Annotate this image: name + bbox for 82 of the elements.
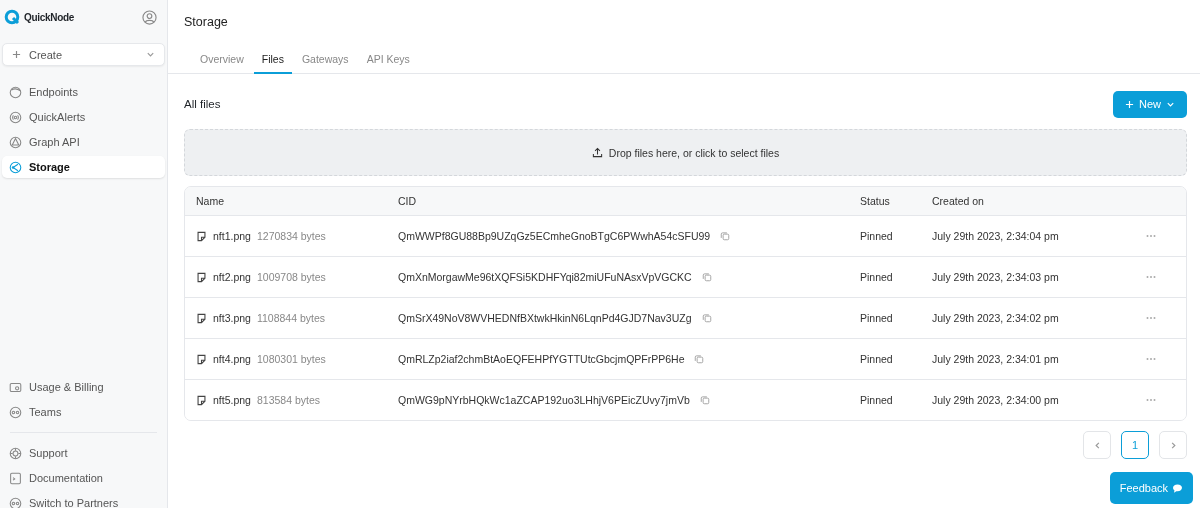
status-text: Pinned xyxy=(860,312,894,324)
file-name: nft1.png xyxy=(213,230,251,242)
created-date: July 29th 2023, 2:34:01 pm xyxy=(932,353,1060,365)
file-icon xyxy=(196,230,207,242)
document-icon xyxy=(9,471,22,485)
tab[interactable]: Gateways xyxy=(293,49,357,74)
more-icon[interactable] xyxy=(1146,398,1156,402)
sidebar-item[interactable]: Storage xyxy=(2,156,165,178)
copy-icon[interactable] xyxy=(720,231,731,241)
chat-icon xyxy=(1172,482,1183,494)
created-date: July 29th 2023, 2:34:00 pm xyxy=(932,394,1060,406)
plus-icon xyxy=(1125,99,1134,109)
brand-name: QuickNode xyxy=(24,11,75,23)
page-title: Storage xyxy=(184,15,229,29)
status-text: Pinned xyxy=(860,230,894,242)
sidebar-item[interactable]: Switch to Partners xyxy=(2,492,165,508)
cid-text: QmSrX49NoV8WVHEDNfBXtwkHkinN6LqnPd4GJD7Nav3UZg xyxy=(398,312,692,324)
graph-icon xyxy=(9,135,22,149)
copy-icon[interactable] xyxy=(699,395,710,405)
more-icon[interactable] xyxy=(1146,357,1156,361)
sidebar-item[interactable]: Teams xyxy=(2,401,165,423)
file-name: nft3.png xyxy=(213,312,251,324)
cid-text: QmXnMorgawMe96tXQFSi5KDHFYqi82miUFuNAsxVpVGCKC xyxy=(398,271,692,283)
more-icon[interactable] xyxy=(1146,275,1156,279)
column-header: Status xyxy=(860,195,891,207)
status-text: Pinned xyxy=(860,353,894,365)
chevron-left-icon xyxy=(1092,440,1102,450)
chevron-down-icon xyxy=(146,50,155,59)
tab[interactable]: API Keys xyxy=(358,49,418,74)
file-icon xyxy=(196,312,207,324)
storage-icon xyxy=(9,160,22,174)
team-icon xyxy=(9,496,22,508)
tab[interactable]: Files xyxy=(253,49,292,74)
logo-icon xyxy=(4,9,20,25)
sidebar-item[interactable]: Graph API xyxy=(2,131,165,153)
sidebar-item[interactable]: Usage & Billing xyxy=(2,376,165,398)
dropzone-text: Drop files here, or click to select files xyxy=(608,146,780,159)
column-header: Name xyxy=(196,195,225,207)
file-icon xyxy=(196,353,207,365)
more-icon[interactable] xyxy=(1146,316,1156,320)
cid-text: QmRLZp2iaf2chmBtAoEQFEHPfYGTTUtcGbcjmQPFrPP6He xyxy=(398,353,685,365)
previous-page-button[interactable] xyxy=(1083,431,1111,459)
column-header: Created on xyxy=(932,195,985,207)
created-date: July 29th 2023, 2:34:04 pm xyxy=(932,230,1060,242)
file-size: 1270834 bytes xyxy=(256,230,326,242)
lifebuoy-icon xyxy=(9,446,22,460)
column-header: CID xyxy=(398,195,418,207)
file-size: 1108844 bytes xyxy=(256,312,326,324)
more-icon[interactable] xyxy=(1146,234,1156,238)
file-size: 813584 bytes xyxy=(256,394,320,406)
sidebar-item[interactable]: QuickAlerts xyxy=(2,106,165,128)
cid-text: QmWG9pNYrbHQkWc1aZCAP192uo3LHhjV6PEicZUvy7jmVb xyxy=(398,394,690,406)
ring-icon xyxy=(9,85,22,99)
copy-icon[interactable] xyxy=(694,354,705,364)
file-icon xyxy=(196,271,207,283)
plus-icon xyxy=(12,50,21,59)
created-date: July 29th 2023, 2:34:02 pm xyxy=(932,312,1060,324)
tab[interactable]: Overview xyxy=(192,49,252,74)
sidebar-item[interactable]: Endpoints xyxy=(2,81,165,103)
signal-icon xyxy=(9,110,22,124)
status-text: Pinned xyxy=(860,394,894,406)
next-page-button[interactable] xyxy=(1159,431,1187,459)
cid-text: QmWWPf8GU88Bp9UZqGz5ECmheGnoBTgC6PWwhA54cSFU99 xyxy=(398,230,711,242)
file-name: nft5.png xyxy=(213,394,251,406)
file-size: 1009708 bytes xyxy=(256,271,326,283)
user-icon[interactable] xyxy=(142,9,157,25)
file-name: nft4.png xyxy=(213,353,251,365)
team-icon xyxy=(9,405,22,419)
billing-icon xyxy=(9,380,22,394)
file-icon xyxy=(196,394,207,406)
upload-icon xyxy=(591,147,603,158)
section-title: All files xyxy=(184,98,221,110)
copy-icon[interactable] xyxy=(701,313,712,323)
create-button[interactable]: Create xyxy=(2,43,165,66)
sidebar-item[interactable]: Support xyxy=(2,442,165,464)
file-name: nft2.png xyxy=(213,271,251,283)
file-size: 1080301 bytes xyxy=(256,353,326,365)
status-text: Pinned xyxy=(860,271,894,283)
dropzone[interactable]: Drop files here, or click to select files xyxy=(184,129,1187,176)
copy-icon[interactable] xyxy=(701,272,712,282)
created-date: July 29th 2023, 2:34:03 pm xyxy=(932,271,1060,283)
sidebar-item[interactable]: Documentation xyxy=(2,467,165,489)
